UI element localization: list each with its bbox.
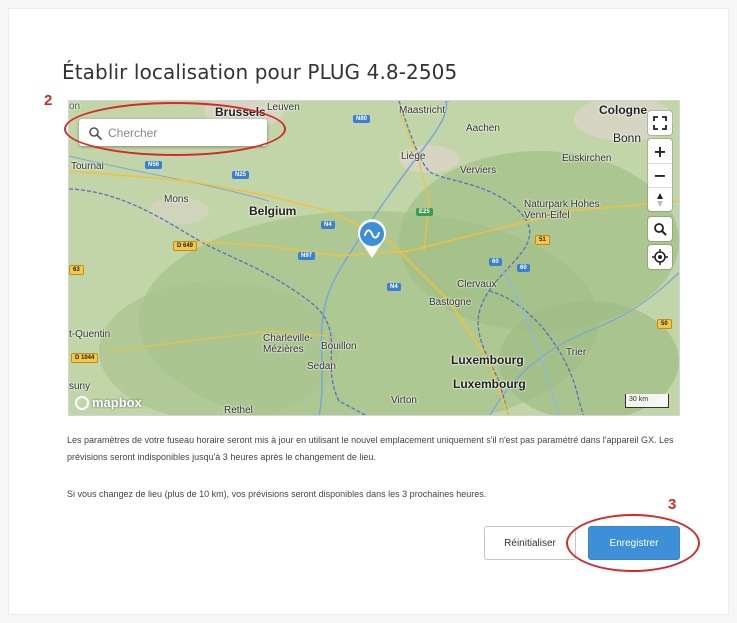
locate-icon[interactable] [648,245,672,269]
zoom-control: + − [648,139,672,211]
mapbox-logo-icon [75,395,89,410]
road-shield-e25: E25 [416,208,433,216]
map-label-bastogne: Bastogne [429,297,472,308]
map-label-mons: Mons [164,194,189,205]
zoom-out-button[interactable]: − [648,163,672,187]
map-label-trier: Trier [566,347,587,358]
road-shield-n97: N97 [298,252,316,260]
mapbox-logo-text: mapbox [92,395,142,410]
map-label-on: on [69,101,81,112]
map-label-virton: Virton [391,395,417,406]
zoom-search-control [648,217,672,241]
annotation-step-3: 3 [668,496,677,513]
geolocate-control [648,245,672,269]
mapbox-logo[interactable]: mapbox [75,395,142,410]
map-label-suny: suny [69,381,91,392]
map-label-rethel: Rethel [224,405,253,416]
forecast-info-text: Si vous changez de lieu (plus de 10 km),… [67,489,487,499]
road-shield-50: 50 [657,319,672,329]
map-label-euskirchen: Euskirchen [562,153,612,164]
map-label-belgium: Belgium [249,204,297,218]
annotation-ellipse-save [566,514,700,572]
reset-button[interactable]: Réinitialiser [484,526,576,560]
road-shield-60-a: 60 [489,258,502,266]
road-shield-51: 51 [535,235,550,245]
fullscreen-control [648,111,672,135]
location-pin-icon[interactable] [355,217,389,259]
road-shield-n56: N56 [145,161,163,169]
fullscreen-icon[interactable] [648,111,672,135]
search-zoom-icon[interactable] [648,217,672,241]
map-label-luxembourg-country: Luxembourg [451,353,524,367]
map-label-st-quentin: t-Quentin [69,329,111,340]
road-shield-60-b: 60 [517,264,530,272]
map-scale: 30 km [625,394,669,408]
page-title: Établir localisation pour PLUG 4.8-2505 [62,60,458,84]
map-label-naturpark: Naturpark Hohes Venn-Eifel [524,199,600,221]
map-label-liege: Liège [401,151,426,162]
map-label-clervaux: Clervaux [457,279,497,290]
map-label-cologne: Cologne [599,103,647,117]
zoom-in-button[interactable]: + [648,139,672,163]
road-shield-n25: N25 [232,171,250,179]
map-label-maastricht: Maastricht [399,105,446,116]
road-shield-d1044: D 1044 [71,353,99,363]
road-shield-n80: N80 [353,115,371,123]
map-label-charleville: Charleville- Mézières [263,333,314,355]
compass-icon[interactable] [648,187,672,211]
timezone-info-text: Les paramètres de votre fuseau horaire s… [67,435,674,462]
map-label-aachen: Aachen [466,123,500,134]
map-label-bouillon: Bouillon [321,341,357,352]
road-shield-63: 63 [69,265,84,275]
annotation-step-2: 2 [44,92,53,109]
road-shield-d649: D 649 [173,241,198,251]
road-shield-n4-south: N4 [387,283,401,291]
map-label-verviers: Verviers [460,165,497,176]
map-label-tournai: Tournai [71,161,104,172]
map-label-luxembourg-city: Luxembourg [453,377,526,391]
map-label-bonn: Bonn [613,131,642,145]
annotation-ellipse-search [64,102,286,156]
road-shield-n4-north: N4 [321,221,335,229]
map-label-sedan: Sedan [307,361,336,372]
map-label-leuven: Leuven [267,102,300,113]
